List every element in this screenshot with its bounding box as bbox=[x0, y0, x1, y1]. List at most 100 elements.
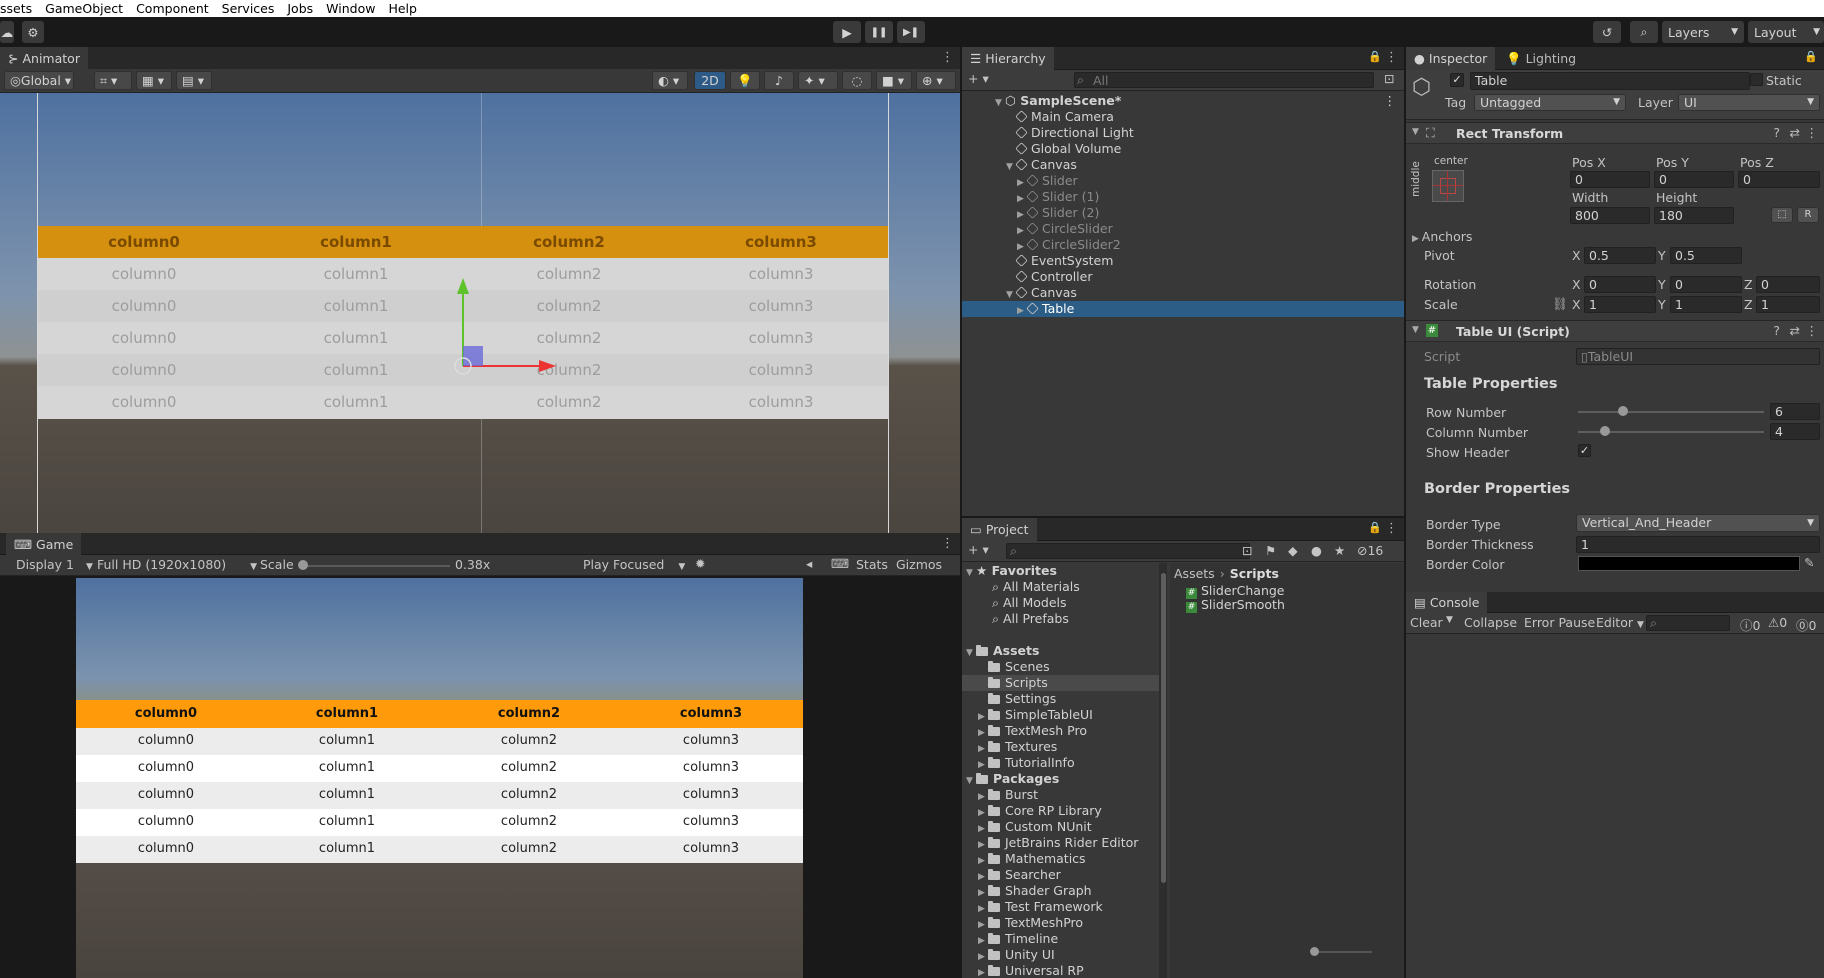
menu-help[interactable]: Help bbox=[388, 1, 417, 16]
scene-view[interactable]: column0 column1 column2 column3 column0 … bbox=[0, 93, 960, 533]
warning-count-toggle[interactable]: ⚠0 bbox=[1768, 615, 1787, 630]
tab-console[interactable]: ▤ Console bbox=[1406, 592, 1488, 613]
menu-assets[interactable]: ssets bbox=[0, 1, 32, 16]
hierarchy-item[interactable]: ▶ CircleSlider2 bbox=[962, 237, 1404, 253]
lock-icon[interactable]: 🔒 bbox=[1368, 50, 1382, 63]
breadcrumb-assets[interactable]: Assets bbox=[1174, 566, 1215, 581]
lock-icon[interactable]: 🔒 bbox=[1804, 50, 1818, 63]
package-folder[interactable]: ▶ TextMeshPro bbox=[962, 915, 1159, 931]
layout-dropdown[interactable]: Layout ▼ bbox=[1748, 21, 1824, 43]
tag-dropdown[interactable]: Untagged ▼ bbox=[1474, 94, 1626, 111]
step-button[interactable]: ▶❚ bbox=[897, 21, 925, 43]
hidden-count[interactable]: ⊘16 bbox=[1357, 543, 1383, 558]
pivot-x-field[interactable]: 0.5 bbox=[1584, 247, 1656, 264]
play-focused-dropdown[interactable]: Play Focused ▼ bbox=[583, 557, 685, 572]
effects-dropdown[interactable]: ✦ ▾ bbox=[798, 71, 838, 90]
menu-component[interactable]: Component bbox=[136, 1, 209, 16]
move-gizmo[interactable] bbox=[445, 278, 560, 388]
hierarchy-search-input[interactable]: All bbox=[1074, 72, 1374, 88]
hierarchy-item[interactable]: ▼ Canvas bbox=[962, 157, 1404, 173]
gizmos-dropdown[interactable]: ⊕ ▾ bbox=[916, 71, 956, 90]
asset-folder[interactable]: ▶ SimpleTableUI bbox=[962, 707, 1159, 723]
hierarchy-item[interactable]: Controller bbox=[962, 269, 1404, 285]
bug-icon[interactable]: ✹ bbox=[695, 556, 705, 571]
favorites-header[interactable]: ▼ ★ Favorites bbox=[962, 563, 1159, 579]
add-button[interactable]: + ▾ bbox=[968, 71, 989, 86]
height-field[interactable]: 180 bbox=[1654, 207, 1734, 224]
pivot-y-field[interactable]: 0.5 bbox=[1670, 247, 1742, 264]
border-thickness-field[interactable]: 1 bbox=[1576, 536, 1820, 553]
table-ui-script-header[interactable]: ▼ # Table UI (Script) ? ⇄ ⋮ bbox=[1406, 320, 1824, 342]
resolution-dropdown[interactable]: Full HD (1920x1080) ▼ bbox=[97, 557, 257, 572]
2d-toggle[interactable]: 2D bbox=[694, 71, 726, 90]
package-folder[interactable]: ▶ Test Framework bbox=[962, 899, 1159, 915]
error-filter-icon[interactable]: ● bbox=[1311, 543, 1322, 558]
package-folder[interactable]: ▶ Mathematics bbox=[962, 851, 1159, 867]
object-name-input[interactable]: Table bbox=[1470, 72, 1750, 90]
package-folder[interactable]: ▶ Shader Graph bbox=[962, 883, 1159, 899]
hierarchy-item[interactable]: ▶ Table bbox=[962, 301, 1404, 317]
rect-transform-header[interactable]: ▼ ⛶ Rect Transform ? ⇄ ⋮ bbox=[1406, 122, 1824, 144]
move-tool-dropdown[interactable]: ⌗ ▾ bbox=[94, 71, 132, 90]
menu-gameobject[interactable]: GameObject bbox=[45, 1, 123, 16]
border-type-dropdown[interactable]: Vertical_And_Header ▼ bbox=[1576, 514, 1820, 532]
show-header-checkbox[interactable]: ✓ bbox=[1578, 444, 1591, 457]
rotation-y-field[interactable]: 0 bbox=[1670, 276, 1742, 293]
hierarchy-item[interactable]: Directional Light bbox=[962, 125, 1404, 141]
more-options-icon[interactable]: ⋮ bbox=[941, 536, 954, 551]
scene-visibility-icon[interactable]: ⊡ bbox=[1384, 71, 1394, 86]
project-search-input[interactable] bbox=[1006, 543, 1250, 559]
search-by-type-icon[interactable]: ⊡ bbox=[1242, 543, 1252, 558]
more-options-icon[interactable]: ⋮ bbox=[1384, 93, 1397, 109]
hierarchy-item[interactable]: Global Volume bbox=[962, 141, 1404, 157]
package-folder[interactable]: ▶ JetBrains Rider Editor bbox=[962, 835, 1159, 851]
blueprint-mode-button[interactable]: ⬚ bbox=[1771, 207, 1793, 223]
row-number-slider[interactable] bbox=[1578, 411, 1764, 413]
chevron-right-icon[interactable]: ▶ bbox=[1017, 303, 1027, 319]
hierarchy-item[interactable]: ▶ Slider (2) bbox=[962, 205, 1404, 221]
column-number-slider-thumb[interactable] bbox=[1600, 426, 1610, 436]
more-options-icon[interactable]: ⋮ bbox=[1385, 521, 1398, 536]
presets-icon[interactable]: ⇄ bbox=[1790, 125, 1800, 140]
lighting-toggle[interactable]: 💡 bbox=[730, 71, 760, 90]
hierarchy-item[interactable]: EventSystem bbox=[962, 253, 1404, 269]
tree-scrollbar-thumb[interactable] bbox=[1161, 573, 1166, 883]
stats-button[interactable]: Stats bbox=[856, 557, 888, 572]
pause-button[interactable]: ❚❚ bbox=[865, 21, 893, 43]
clear-button[interactable]: Clear bbox=[1410, 615, 1443, 630]
mute-icon[interactable]: ◂ bbox=[806, 556, 812, 571]
package-folder[interactable]: ▶ Timeline bbox=[962, 931, 1159, 947]
global-dropdown[interactable]: ◎Global ▾ bbox=[4, 71, 74, 90]
collapse-button[interactable]: Collapse bbox=[1464, 615, 1517, 630]
tab-animator[interactable]: ⊱ Animator bbox=[0, 47, 88, 70]
asset-folder[interactable]: Settings bbox=[962, 691, 1159, 707]
icon-size-slider[interactable] bbox=[1312, 951, 1372, 953]
info-count-toggle[interactable]: ⓘ0 bbox=[1740, 615, 1760, 634]
eyedropper-icon[interactable]: ✎ bbox=[1804, 555, 1814, 570]
hierarchy-item[interactable]: ▶ Slider (1) bbox=[962, 189, 1404, 205]
label-icon[interactable]: ◆ bbox=[1288, 543, 1298, 558]
raw-edit-button[interactable]: R bbox=[1797, 207, 1819, 223]
favorite-item[interactable]: ⌕ All Prefabs bbox=[962, 611, 1159, 627]
hierarchy-item[interactable]: ▶ CircleSlider bbox=[962, 221, 1404, 237]
favorite-item[interactable]: ⌕ All Models bbox=[962, 595, 1159, 611]
tab-hierarchy[interactable]: ☰ Hierarchy bbox=[962, 47, 1054, 70]
services-icon[interactable]: ⚙ bbox=[22, 21, 44, 43]
asset-folder[interactable]: ▶ TextMesh Pro bbox=[962, 723, 1159, 739]
scale-x-field[interactable]: 1 bbox=[1584, 296, 1656, 313]
audio-toggle[interactable]: ♪ bbox=[764, 71, 794, 90]
hierarchy-item[interactable]: ▼ Canvas bbox=[962, 285, 1404, 301]
tab-project[interactable]: ▭ Project bbox=[962, 518, 1037, 541]
help-icon[interactable]: ? bbox=[1773, 323, 1780, 338]
anchors-foldout[interactable]: ▶ Anchors bbox=[1412, 229, 1472, 244]
play-button[interactable]: ▶ bbox=[833, 21, 861, 43]
hierarchy-item[interactable]: Main Camera bbox=[962, 109, 1404, 125]
width-field[interactable]: 800 bbox=[1570, 207, 1650, 224]
package-folder[interactable]: ▶ Unity UI bbox=[962, 947, 1159, 963]
more-options-icon[interactable]: ⋮ bbox=[1806, 125, 1819, 140]
asset-folder[interactable]: ▶ Textures bbox=[962, 739, 1159, 755]
package-folder[interactable]: ▶ Burst bbox=[962, 787, 1159, 803]
anchor-presets-button[interactable] bbox=[1432, 170, 1464, 202]
console-search-input[interactable] bbox=[1646, 615, 1730, 631]
editor-dropdown[interactable]: Editor ▼ bbox=[1596, 615, 1644, 630]
